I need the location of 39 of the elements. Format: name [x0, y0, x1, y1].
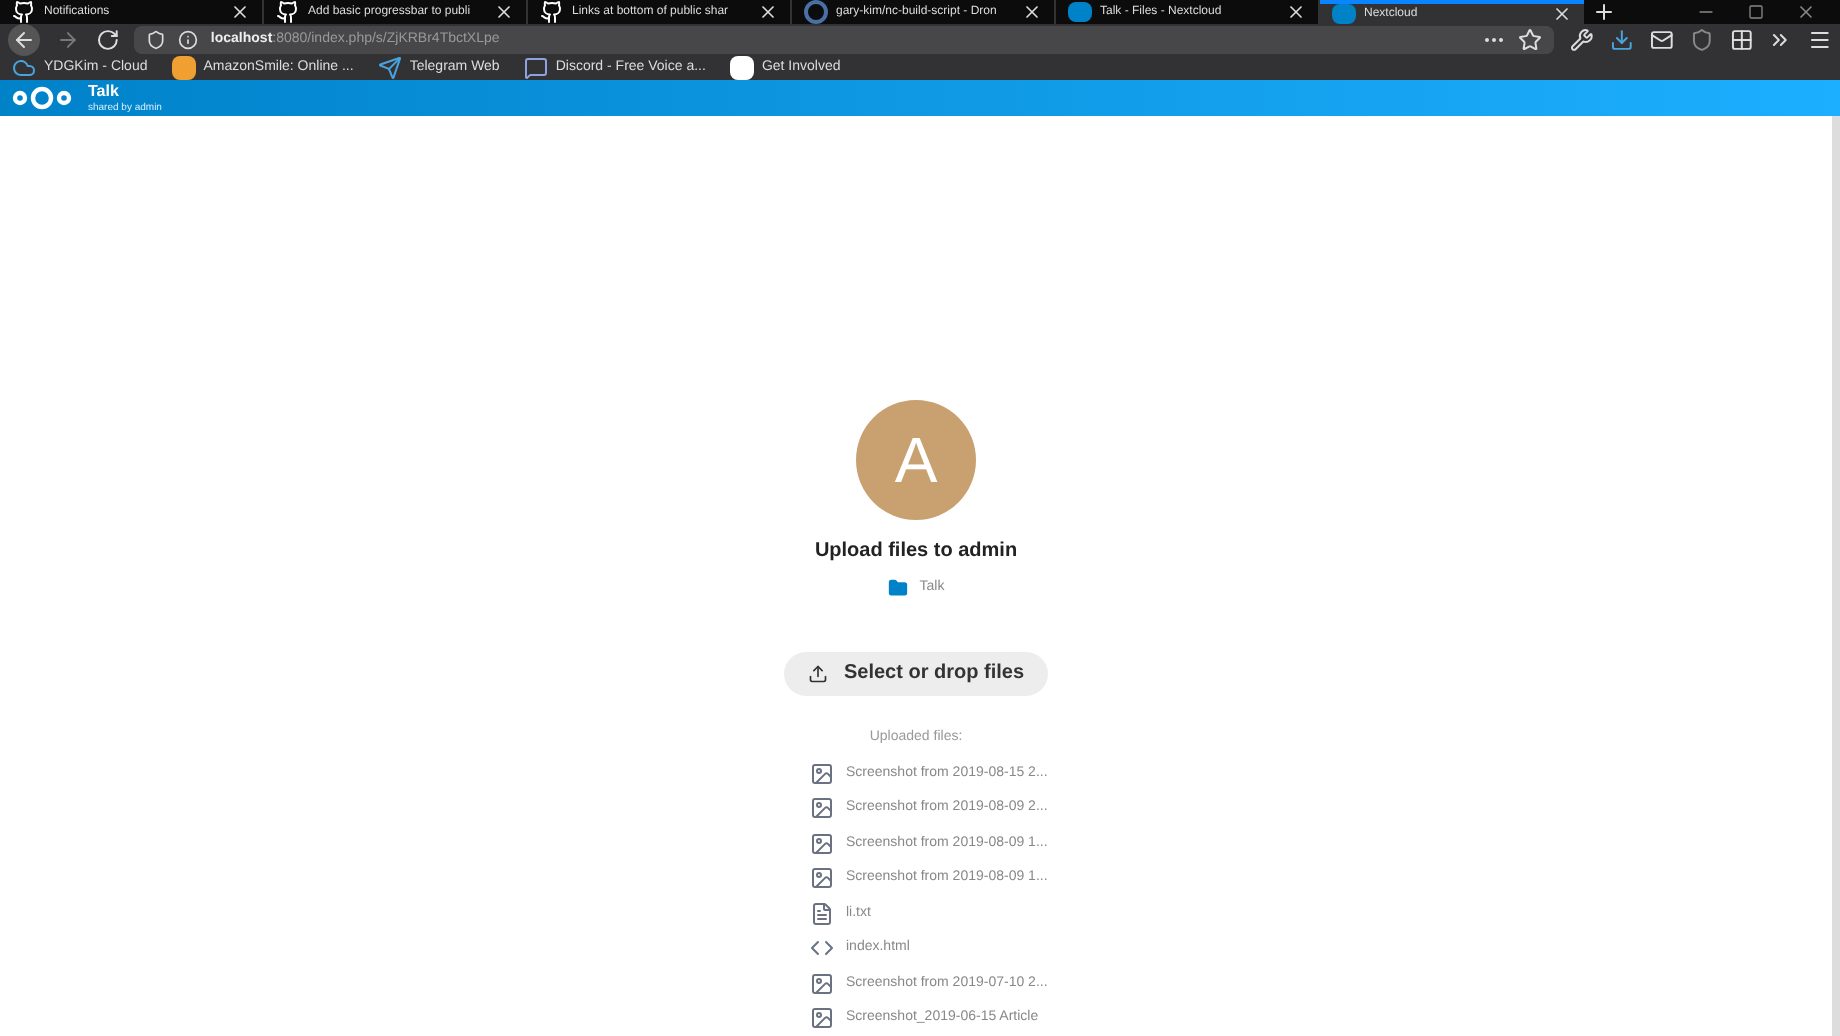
- menu-icon[interactable]: [1808, 28, 1832, 52]
- cloud-icon: [12, 56, 36, 80]
- code-icon: [810, 936, 834, 961]
- grid-icon[interactable]: [1729, 28, 1753, 52]
- close-icon[interactable]: [494, 2, 514, 22]
- mail-icon[interactable]: [1649, 28, 1674, 52]
- image-file-icon: [810, 831, 834, 856]
- image-file-icon: [810, 971, 834, 996]
- image-file-icon: [810, 1006, 834, 1031]
- close-icon[interactable]: [230, 2, 250, 22]
- image-file-icon: [810, 796, 834, 821]
- bookmark-star-icon[interactable]: [1518, 28, 1543, 52]
- close-icon[interactable]: [1022, 2, 1042, 22]
- close-icon[interactable]: [1286, 2, 1306, 22]
- download-icon[interactable]: [1610, 28, 1634, 52]
- shield-icon[interactable]: [1689, 28, 1714, 52]
- wrench-icon[interactable]: [1570, 28, 1595, 52]
- reload-icon[interactable]: [95, 28, 119, 52]
- image-file-icon: [810, 866, 834, 891]
- image-file-icon: [810, 761, 834, 786]
- share-title: Upload files to admin: [814, 538, 1018, 566]
- select-files-button[interactable]: Select or drop files: [783, 651, 1049, 695]
- header-title: Talk: [88, 83, 121, 99]
- close-window-icon[interactable]: [1796, 2, 1816, 22]
- close-icon[interactable]: [1552, 4, 1572, 24]
- text-file-icon: [810, 901, 834, 926]
- avatar: A: [856, 400, 976, 520]
- folder-icon: [887, 578, 908, 599]
- maximize-icon[interactable]: [1748, 4, 1764, 20]
- forward-icon[interactable]: [55, 28, 80, 52]
- upload-icon: [807, 663, 828, 683]
- back-arrow-icon: [11, 28, 36, 52]
- close-icon[interactable]: [758, 2, 778, 22]
- shield-icon: [146, 30, 167, 50]
- new-tab-icon[interactable]: [1592, 0, 1616, 24]
- scrollbar[interactable]: [1832, 116, 1840, 1036]
- info-icon: [178, 30, 199, 50]
- back-button[interactable]: [8, 24, 40, 56]
- overflow-icon[interactable]: [1768, 28, 1793, 52]
